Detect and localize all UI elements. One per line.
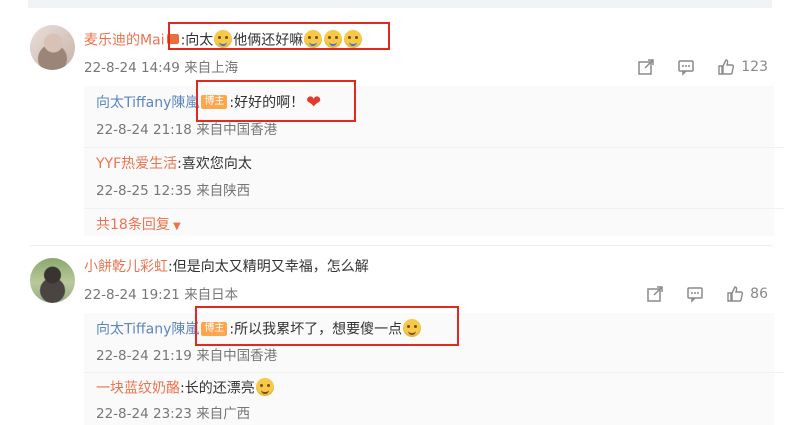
reply-text: :好好的啊！	[229, 95, 305, 111]
like-icon	[718, 59, 735, 75]
timestamp: 22-8-24 14:49	[84, 60, 180, 76]
weibo-comments-page: { "comments": [ { "username": "麦乐迪的Mai",…	[0, 0, 800, 425]
reply-text: :所以我累坏了，想要傻一点	[229, 321, 403, 338]
top-strip	[28, 0, 772, 8]
timestamp: 22-8-24 21:19	[96, 348, 192, 364]
comment-text: :但是向太又精明又幸福，怎么解	[168, 259, 369, 275]
comment-icon	[687, 287, 703, 303]
avatar[interactable]	[30, 25, 75, 70]
username-link[interactable]: 麦乐迪的Mai	[84, 33, 165, 49]
location: 来自中国香港	[196, 122, 278, 138]
location: 来自陕西	[196, 183, 251, 199]
emoji-icon	[324, 30, 343, 48]
emoji-icon	[403, 319, 422, 337]
location: 来自上海	[184, 60, 239, 76]
reply-username-link[interactable]: 向太Tiffany陳嵐	[96, 95, 199, 111]
emoji-icon	[304, 30, 323, 48]
more-replies-link[interactable]: 共18条回复	[96, 217, 170, 233]
timestamp: 22-8-24 21:18	[96, 122, 192, 138]
more-replies-row: 共18条回复 ▼	[96, 215, 181, 237]
comment-button[interactable]	[686, 285, 704, 303]
like-icon	[727, 286, 744, 302]
vip-icon	[166, 34, 179, 44]
emoji-icon	[255, 378, 274, 396]
like-count: 123	[741, 59, 768, 75]
reply-1-2: YYF热爱生活:喜欢您向太	[96, 154, 252, 174]
divider	[84, 147, 784, 148]
comment-2-meta: 22-8-24 19:21 来自日本	[84, 285, 238, 305]
divider	[84, 208, 784, 209]
reply-text: :喜欢您向太	[177, 156, 252, 172]
reply-username-link[interactable]: YYF热爱生活	[96, 156, 177, 172]
like-button[interactable]: 123	[717, 58, 768, 76]
comment-text-continued: 他俩还好嘛	[233, 32, 304, 49]
reply-2-2: 一块蓝纹奶酪:长的还漂亮	[96, 378, 275, 399]
chevron-down-icon: ▼	[169, 221, 181, 232]
comment-icon	[678, 60, 695, 76]
author-badge: 博主	[201, 95, 228, 109]
share-button[interactable]	[646, 285, 664, 303]
share-icon	[647, 286, 663, 302]
comment-button[interactable]	[677, 58, 695, 76]
comment-2-actions: 86	[646, 285, 768, 303]
timestamp: 22-8-24 23:23	[96, 406, 192, 422]
share-icon	[638, 59, 655, 75]
reply-1-1-meta: 22-8-24 21:18 来自中国香港	[96, 120, 277, 140]
reply-username-link[interactable]: 向太Tiffany陳嵐	[96, 322, 199, 338]
comment-1-actions: 123	[637, 58, 768, 76]
like-button[interactable]: 86	[726, 285, 768, 303]
reply-2-1-meta: 22-8-24 21:19 来自中国香港	[96, 346, 277, 366]
comment-2-header: 小餅乾儿彩虹:但是向太又精明又幸福，怎么解	[84, 257, 369, 277]
location: 来自日本	[184, 287, 239, 303]
reply-username-link[interactable]: 一块蓝纹奶酪	[96, 381, 180, 397]
reply-1-2-meta: 22-8-25 12:35 来自陕西	[96, 181, 250, 201]
comment-text: :向太	[180, 32, 214, 49]
location: 来自广西	[196, 406, 251, 422]
reply-text: :长的还漂亮	[180, 380, 255, 397]
comment-1-header: 麦乐迪的Mai :向太 他俩还好嘛	[84, 30, 363, 51]
emoji-icon	[344, 30, 363, 48]
timestamp: 22-8-24 19:21	[84, 287, 180, 303]
comment-divider	[30, 245, 772, 246]
reply-2-1: 向太Tiffany陳嵐 博主:所以我累坏了，想要傻一点	[96, 319, 422, 340]
share-button[interactable]	[637, 58, 655, 76]
reply-2-2-meta: 22-8-24 23:23 来自广西	[96, 404, 250, 424]
reply-1-1: 向太Tiffany陳嵐 博主:好好的啊！ ❤	[96, 93, 321, 113]
divider	[84, 372, 784, 373]
heart-icon: ❤	[306, 92, 322, 113]
avatar[interactable]	[30, 258, 75, 303]
username-link[interactable]: 小餅乾儿彩虹	[84, 259, 168, 275]
author-badge: 博主	[201, 321, 228, 336]
emoji-icon	[214, 30, 233, 48]
like-count: 86	[750, 286, 768, 302]
comment-1-meta: 22-8-24 14:49 来自上海	[84, 58, 238, 78]
timestamp: 22-8-25 12:35	[96, 183, 192, 199]
location: 来自中国香港	[196, 348, 278, 364]
